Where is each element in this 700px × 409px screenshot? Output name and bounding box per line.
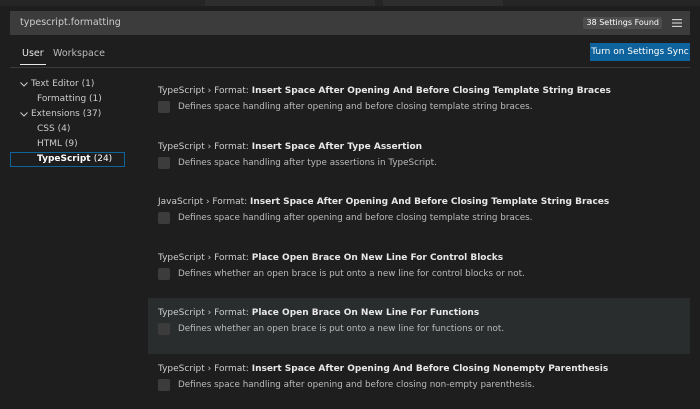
- setting-item: JavaScript › Format: Insert Space After …: [148, 187, 690, 243]
- setting-item: TypeScript › Format: Insert Space After …: [148, 76, 690, 132]
- toc-item-typescript[interactable]: TypeScript (24): [10, 152, 125, 167]
- setting-name: Insert Space After Opening And Before Cl…: [250, 197, 609, 207]
- setting-title: JavaScript › Format: Insert Space After …: [158, 196, 680, 208]
- editor-tab[interactable]: [383, 0, 503, 6]
- editor-tab-strip: [0, 0, 700, 6]
- setting-name: Insert Space After Type Assertion: [252, 142, 422, 152]
- settings-list: TypeScript › Format: Insert Space After …: [148, 76, 690, 409]
- toc-label: Extensions: [31, 109, 80, 119]
- setting-item: TypeScript › Format: Place Open Brace On…: [148, 243, 690, 299]
- setting-title: TypeScript › Format: Place Open Brace On…: [158, 252, 680, 264]
- toc-item-formatting[interactable]: Formatting (1): [10, 92, 125, 107]
- toc-count: (1): [89, 94, 102, 104]
- setting-description: Defines space handling after opening and…: [178, 378, 535, 392]
- toc-item-text-editor[interactable]: Text Editor (1): [10, 77, 125, 92]
- tab-user[interactable]: User: [22, 46, 44, 62]
- setting-name: Place Open Brace On New Line For Functio…: [252, 308, 479, 318]
- setting-description: Defines whether an open brace is put ont…: [178, 267, 525, 281]
- setting-item: TypeScript › Format: Insert Space After …: [148, 354, 690, 409]
- setting-title: TypeScript › Format: Insert Space After …: [158, 141, 680, 153]
- setting-category: TypeScript › Format:: [158, 364, 252, 374]
- setting-checkbox[interactable]: [158, 212, 170, 224]
- toc-label: HTML: [37, 139, 62, 149]
- setting-description: Defines space handling after opening and…: [178, 211, 533, 225]
- toc-label: CSS: [37, 124, 55, 134]
- header-divider: [10, 67, 690, 68]
- setting-item-hovered: TypeScript › Format: Place Open Brace On…: [148, 298, 690, 354]
- results-count-badge: 38 Settings Found: [583, 17, 662, 29]
- toc-item-html[interactable]: HTML (9): [10, 137, 125, 152]
- toc-label: TypeScript: [37, 154, 91, 164]
- toc-count: (24): [94, 154, 112, 164]
- settings-search-input[interactable]: typescript.formatting: [20, 11, 121, 35]
- chevron-down-icon: [19, 77, 29, 92]
- toc-count: (4): [58, 124, 71, 134]
- turn-on-settings-sync-button[interactable]: Turn on Settings Sync: [590, 43, 690, 61]
- setting-name: Insert Space After Opening And Before Cl…: [252, 364, 609, 374]
- toc-count: (9): [65, 139, 78, 149]
- setting-category: TypeScript › Format:: [158, 253, 252, 263]
- toc-item-css[interactable]: CSS (4): [10, 122, 125, 137]
- setting-item: TypeScript › Format: Insert Space After …: [148, 132, 690, 188]
- settings-table-of-contents: Text Editor (1) Formatting (1) Extension…: [10, 77, 125, 167]
- setting-title: TypeScript › Format: Insert Space After …: [158, 85, 680, 97]
- setting-checkbox[interactable]: [158, 101, 170, 113]
- setting-category: TypeScript › Format:: [158, 86, 252, 96]
- toc-count: (1): [82, 79, 95, 89]
- setting-category: TypeScript › Format:: [158, 308, 252, 318]
- chevron-down-icon: [19, 107, 29, 122]
- setting-description: Defines space handling after type assert…: [178, 156, 437, 170]
- setting-description: Defines space handling after opening and…: [178, 100, 533, 114]
- editor-tab[interactable]: [205, 0, 375, 6]
- settings-search-box[interactable]: typescript.formatting 38 Settings Found: [10, 11, 690, 35]
- toc-count: (37): [83, 109, 101, 119]
- tab-workspace[interactable]: Workspace: [53, 46, 105, 62]
- setting-title: TypeScript › Format: Insert Space After …: [158, 363, 680, 375]
- setting-description: Defines whether an open brace is put ont…: [178, 322, 504, 336]
- setting-checkbox[interactable]: [158, 157, 170, 169]
- toc-label: Formatting: [37, 94, 86, 104]
- setting-category: JavaScript › Format:: [158, 197, 250, 207]
- setting-name: Insert Space After Opening And Before Cl…: [252, 86, 611, 96]
- setting-checkbox[interactable]: [158, 323, 170, 335]
- toc-label: Text Editor: [31, 79, 79, 89]
- setting-checkbox[interactable]: [158, 379, 170, 391]
- toc-item-extensions[interactable]: Extensions (37): [10, 107, 125, 122]
- setting-category: TypeScript › Format:: [158, 142, 252, 152]
- setting-checkbox[interactable]: [158, 268, 170, 280]
- filter-lines-icon[interactable]: [672, 18, 682, 28]
- setting-name: Place Open Brace On New Line For Control…: [252, 253, 503, 263]
- setting-title: TypeScript › Format: Place Open Brace On…: [158, 307, 680, 319]
